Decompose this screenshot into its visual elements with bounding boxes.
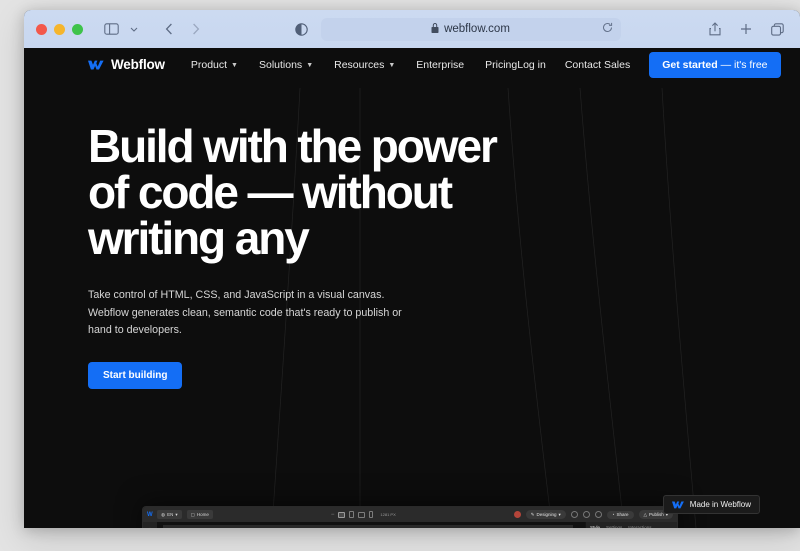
badge-label: Made in Webflow [689,500,751,509]
page-tab-label: Home [196,512,209,517]
nav-link-label: Product [190,58,228,71]
device-tablet-icon[interactable] [349,511,355,518]
webflow-mark-icon [671,501,684,509]
designer-logo-icon[interactable]: W [147,512,153,518]
device-mobile-landscape-icon[interactable] [358,511,366,518]
chevron-down-icon[interactable] [123,18,145,40]
primary-nav-links: Product ▼ Solutions ▼ Resources ▼ Enterp… [191,59,517,71]
reload-icon[interactable] [602,22,613,36]
device-mobile-portrait-icon[interactable] [369,511,374,518]
language-selector[interactable]: ◍ EN ▾ [157,510,182,519]
nav-link-label: Enterprise [416,58,465,71]
designing-mode-selector[interactable]: ✎ Designing ▾ [525,510,566,519]
start-building-button[interactable]: Start building [88,361,183,389]
undo-icon[interactable] [570,511,578,518]
page-tab-home[interactable]: ▢ Home [186,510,213,519]
add-element-icon[interactable]: ＋ [147,526,154,528]
back-arrow-icon[interactable] [158,18,180,40]
device-desktop-icon[interactable] [338,511,346,518]
nav-link-product[interactable]: Product ▼ [191,59,238,71]
nav-link-label: Resources [334,58,385,71]
nav-link-pricing[interactable]: Pricing [485,59,517,71]
secondary-nav: Log in Contact Sales Get started — it's … [517,51,781,78]
plus-icon[interactable] [735,18,757,40]
canvas-selection-outline [163,525,573,528]
browser-toolbar: webflow.com [24,10,800,48]
share-button[interactable]: ◔ Share [606,510,634,519]
made-in-webflow-badge[interactable]: Made in Webflow [662,495,760,514]
breakpoint-label: 1281 PX [380,512,396,517]
close-window-button[interactable] [36,23,47,35]
share-label: Share [616,512,629,517]
login-link[interactable]: Log in [517,59,546,71]
nav-link-solutions[interactable]: Solutions ▼ [259,59,313,71]
brush-icon: ✎ [530,511,535,517]
globe-icon: ◍ [161,511,166,517]
tab-settings[interactable]: Settings [606,525,622,528]
sidebar-toggle-icon[interactable] [100,18,122,40]
hero-headline: Build with the power of code — without w… [88,120,498,264]
chevron-down-icon: ▾ [558,511,561,517]
browser-window: webflow.com Webflow Product ▼ Solutions … [24,10,800,528]
webflow-mark-icon [88,60,104,70]
get-started-button[interactable]: Get started — it's free [649,51,781,78]
maximize-window-button[interactable] [72,23,83,35]
share-icon[interactable] [704,18,726,40]
person-icon: ◔ [611,512,615,517]
designer-topbar: W ◍ EN ▾ ▢ Home − 1281 PX ✎ Designing ▾ … [143,507,677,522]
language-label: EN [167,512,174,517]
webflow-logo[interactable]: Webflow [88,57,165,72]
nav-link-label: Solutions [258,58,303,71]
designing-label: Designing [536,512,557,517]
reader-mode-icon[interactable] [291,18,313,40]
designer-body: ＋ ▢ ▤ Style Settings Interactions Headi [143,522,677,528]
address-bar[interactable]: webflow.com [320,17,621,41]
contact-sales-link[interactable]: Contact Sales [565,59,630,71]
page-icon: ▢ [190,511,195,517]
minus-icon[interactable]: − [331,512,335,518]
get-started-label: Get started [662,58,718,71]
site-navigation: Webflow Product ▼ Solutions ▼ Resources … [24,48,800,81]
lock-icon [431,22,439,36]
chevron-down-icon: ▾ [175,511,178,517]
nav-link-resources[interactable]: Resources ▼ [334,59,395,71]
audit-icon[interactable] [582,511,590,518]
minimize-window-button[interactable] [54,23,65,35]
nav-link-label: Pricing [485,58,518,71]
preview-icon[interactable] [594,511,602,518]
forward-arrow-icon[interactable] [185,18,207,40]
webflow-designer-mockup: W ◍ EN ▾ ▢ Home − 1281 PX ✎ Designing ▾ … [142,506,678,528]
tab-interactions[interactable]: Interactions [628,525,651,528]
hero-subtext: Take control of HTML, CSS, and JavaScrip… [88,289,402,337]
tab-style[interactable]: Style [590,525,600,528]
address-bar-url: webflow.com [444,23,510,35]
avatar[interactable] [513,511,521,518]
designer-right-panel: Style Settings Interactions Heading Jumb… [585,522,677,528]
chevron-down-icon: ▼ [306,62,314,69]
designer-canvas[interactable] [157,522,585,528]
designer-left-toolbar: ＋ ▢ ▤ [143,522,157,528]
breakpoint-switcher: − 1281 PX [331,511,396,518]
publish-label: Publish [648,512,664,517]
panel-tabs: Style Settings Interactions [590,525,673,528]
webflow-brand-name: Webflow [111,57,165,72]
chevron-down-icon: ▼ [388,62,396,69]
nav-link-enterprise[interactable]: Enterprise [416,59,464,71]
chevron-down-icon: ▼ [231,62,238,69]
get-started-sublabel: — it's free [717,58,768,71]
hero-section: Build with the power of code — without w… [24,81,800,389]
window-controls[interactable] [34,23,83,35]
tab-overview-icon[interactable] [766,18,788,40]
webpage-viewport: Webflow Product ▼ Solutions ▼ Resources … [24,48,800,528]
upload-icon: △ [643,511,647,517]
